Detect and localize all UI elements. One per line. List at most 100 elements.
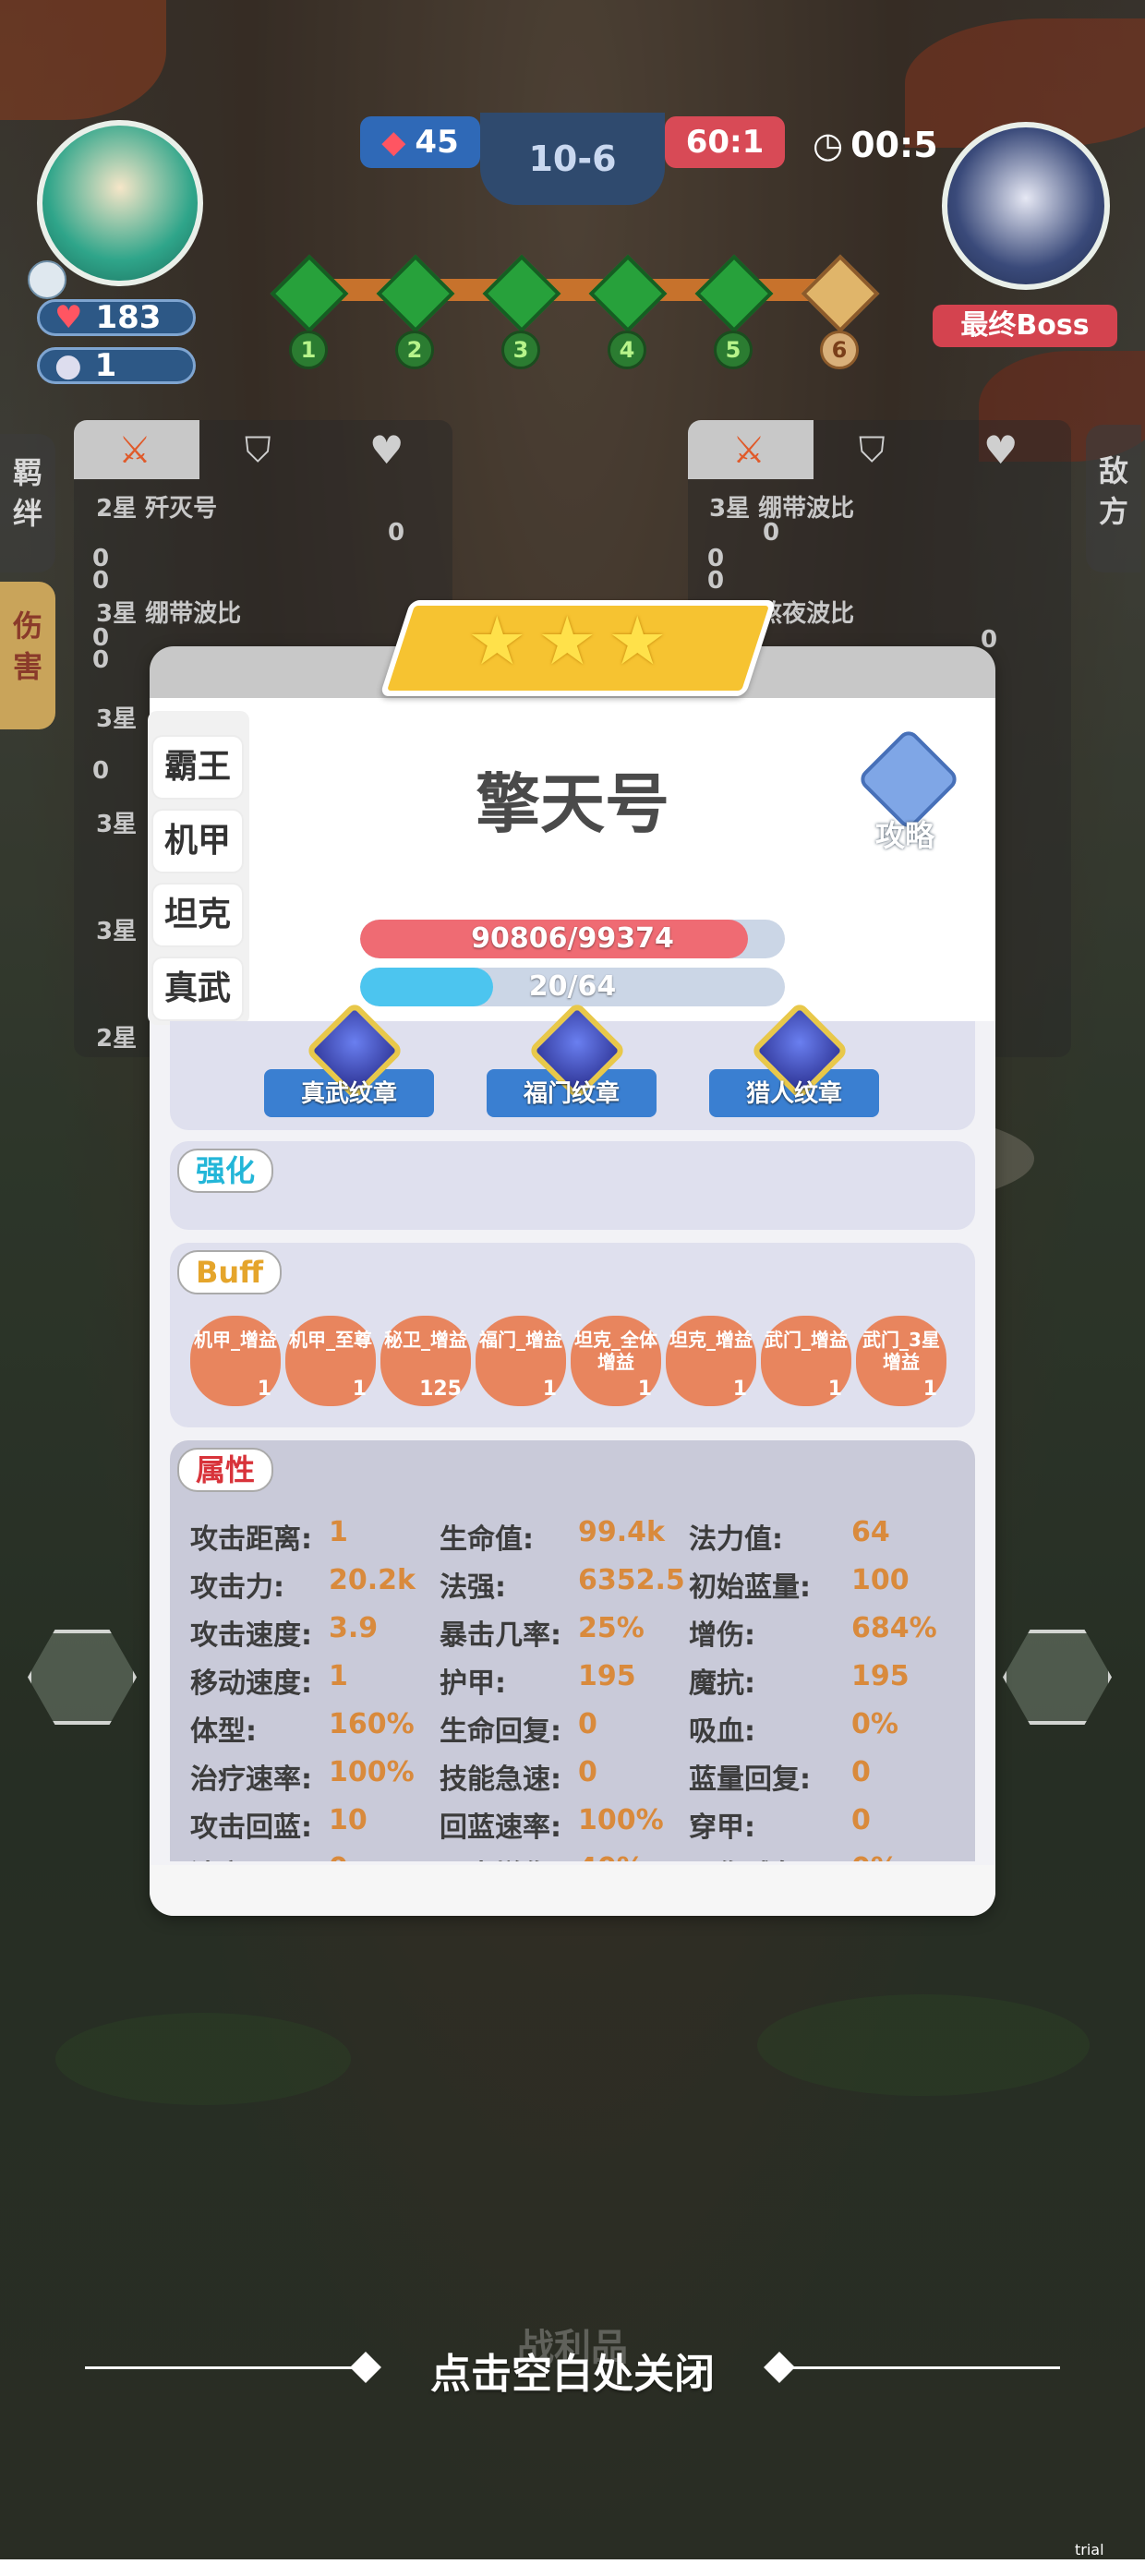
- buff-pill[interactable]: 武门_3星增益 1: [856, 1316, 946, 1406]
- damage-row-value: 0: [92, 646, 110, 674]
- mana-bar-text: 20/64: [528, 970, 617, 1003]
- attribute-value: 100%: [578, 1804, 664, 1836]
- divider-line: [774, 2366, 1060, 2369]
- guide-button[interactable]: 攻略: [856, 727, 961, 853]
- sword-icon: ⚔: [118, 429, 151, 472]
- buff-count: 1: [922, 1378, 937, 1401]
- close-hint[interactable]: 点击空白处关闭: [0, 2341, 1145, 2400]
- trait-tag[interactable]: 坦克: [153, 885, 242, 945]
- flame-icon: ◆: [381, 124, 406, 161]
- player-avatar[interactable]: [37, 120, 203, 286]
- buff-pill[interactable]: 秘卫_增益 125: [380, 1316, 471, 1406]
- stage-indicator: 10-6: [480, 113, 665, 205]
- attribute-label: 初始蓝量:: [689, 1571, 811, 1604]
- attribute-value: 20.2k: [329, 1564, 416, 1596]
- shield-icon[interactable]: ⛉: [245, 429, 271, 471]
- attribute-value: 160%: [329, 1708, 415, 1740]
- attribute-value: 6352.5: [578, 1564, 685, 1596]
- buff-pill[interactable]: 福门_增益 1: [476, 1316, 566, 1406]
- attribute-value: 195: [578, 1660, 636, 1692]
- attribute-value: 1: [329, 1516, 348, 1548]
- trait-tag[interactable]: 霸王: [153, 737, 242, 798]
- score-value: 60:1: [685, 124, 765, 161]
- trait-tag[interactable]: 机甲: [153, 811, 242, 872]
- buff-pill[interactable]: 坦克_增益 1: [666, 1316, 756, 1406]
- buff-label: Buff: [177, 1250, 283, 1294]
- trait-tag[interactable]: 真武: [153, 958, 242, 1019]
- buff-pill[interactable]: 武门_增益 1: [761, 1316, 851, 1406]
- buff-pill[interactable]: 机甲_增益 1: [190, 1316, 281, 1406]
- star-icon: ★: [537, 602, 597, 680]
- trial-watermark: trial version: [1075, 2541, 1129, 2576]
- stage-label: 10-6: [528, 138, 617, 179]
- attribute-label: 护甲:: [440, 1667, 506, 1700]
- attribute-value: 3.9: [329, 1612, 379, 1644]
- hp-bar: 90806/99374: [360, 920, 785, 958]
- enemy-row-value: 0: [707, 567, 725, 595]
- attribute-label: 属性: [177, 1448, 274, 1492]
- tab-synergy[interactable]: 羁绊: [0, 434, 55, 572]
- attribute-label: 攻击速度:: [190, 1619, 312, 1652]
- buff-name: 坦克_全体增益: [574, 1329, 657, 1373]
- buff-name: 武门_3星增益: [862, 1329, 940, 1373]
- attribute-value: 195: [851, 1660, 910, 1692]
- damage-row-name: 3星: [96, 705, 138, 733]
- damage-row-value: 0: [388, 519, 405, 547]
- attribute-value: 684%: [851, 1612, 937, 1644]
- star-icon: ★: [467, 602, 527, 680]
- timer-value: 00:5: [850, 125, 938, 165]
- shield-icon[interactable]: ⛉: [859, 429, 886, 471]
- buff-pill[interactable]: 坦克_全体增益 1: [571, 1316, 661, 1406]
- heart-icon[interactable]: ♥: [983, 427, 1018, 473]
- attribute-label: 暴伤减免:: [689, 1852, 811, 1861]
- attribute-label: 穿甲:: [689, 1812, 755, 1844]
- damage-row-name: 3星: [96, 918, 138, 945]
- enhance-section: 强化: [170, 1141, 975, 1230]
- buff-count: 1: [257, 1378, 271, 1401]
- damage-row-name: 3星: [96, 811, 138, 838]
- buff-name: 秘卫_增益: [384, 1329, 467, 1351]
- hp-badge: ◆ 45: [360, 116, 480, 168]
- attribute-label: 攻击力:: [190, 1571, 284, 1604]
- hp-bar-text: 90806/99374: [471, 922, 674, 955]
- wave-number: 4: [608, 331, 646, 369]
- hp-badge-value: 45: [415, 124, 459, 161]
- gear-icon[interactable]: [28, 260, 66, 299]
- buff-name: 武门_增益: [765, 1329, 848, 1351]
- attribute-label: 蓝量回复:: [689, 1763, 811, 1796]
- tab-enemy-label: 敌方: [1098, 453, 1128, 529]
- emblem-item[interactable]: 真武纹章: [264, 1001, 434, 1119]
- attribute-value: 100%: [329, 1756, 415, 1788]
- attribute-label: 法强:: [440, 1571, 506, 1604]
- buff-count: 1: [542, 1378, 557, 1401]
- attribute-value: 40%: [578, 1852, 645, 1861]
- emblem-item[interactable]: 福门纹章: [487, 1001, 657, 1119]
- boss-avatar[interactable]: [942, 122, 1110, 290]
- guide-label: 攻略: [874, 818, 934, 853]
- tab-enemy[interactable]: 敌方: [1086, 425, 1141, 572]
- attribute-value: 100: [851, 1564, 910, 1596]
- player-hp-pill: ♥ 183: [37, 299, 196, 336]
- mana-bar: 20/64: [360, 968, 785, 1006]
- damage-row-value: 0: [92, 757, 110, 785]
- star-icon: ★: [608, 602, 668, 680]
- emblem-label: 福门纹章: [523, 1080, 620, 1108]
- attribute-label: 移动速度:: [190, 1667, 312, 1700]
- wave-number: 5: [714, 331, 753, 369]
- attribute-label: 魔抗:: [689, 1667, 755, 1700]
- coin-icon: ●: [54, 347, 82, 384]
- attribute-value: 25%: [578, 1612, 645, 1644]
- attribute-label: 生命回复:: [440, 1715, 561, 1748]
- player-coin-pill: ● 1: [37, 347, 196, 384]
- emblem-item[interactable]: 猎人纹章: [709, 1001, 879, 1119]
- attribute-label: 生命值:: [440, 1523, 534, 1556]
- damage-row-value: 0: [92, 567, 110, 595]
- enemy-row-name: 3星 绷带波比: [709, 495, 855, 523]
- tab-damage[interactable]: 伤害: [0, 582, 55, 729]
- heart-icon[interactable]: ♥: [369, 427, 404, 473]
- buff-name: 机甲_增益: [194, 1329, 277, 1351]
- attribute-label: 法力值:: [689, 1523, 783, 1556]
- buff-pill[interactable]: 机甲_至尊 1: [285, 1316, 376, 1406]
- hero-name: 擎天号: [476, 766, 669, 842]
- emblem-label: 真武纹章: [300, 1080, 397, 1108]
